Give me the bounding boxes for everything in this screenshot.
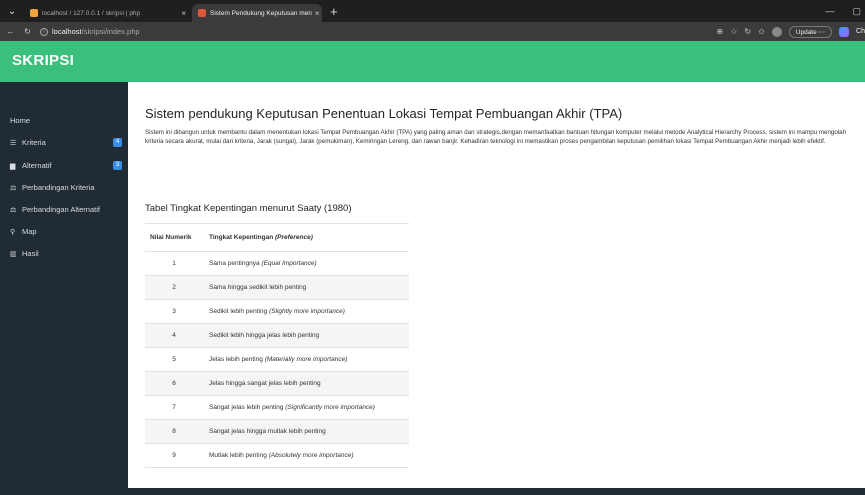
sidebar-item-perbandingan-alternatif[interactable]: ⚖ Perbandingan Alternatif: [10, 205, 122, 214]
balance-scale-icon: ⚖: [10, 184, 17, 192]
page-description: Sistem ini dibangun untuk membantu dalam…: [145, 129, 847, 145]
browser-tab-spk[interactable]: Sistem Pendukung Keputusan men ×: [192, 4, 322, 22]
nilai-cell: 8: [145, 419, 203, 444]
sidebar-item-hasil[interactable]: ▥ Hasil: [10, 249, 122, 258]
minimize-icon[interactable]: —: [825, 6, 834, 17]
map-marker-icon: ⚲: [10, 228, 16, 236]
phpmyadmin-favicon-icon: [30, 9, 38, 17]
browser-tab-bar: ⌄ localhost / 127.0.0.1 / skripsi | php …: [0, 0, 865, 22]
back-arrow-icon[interactable]: ←: [4, 27, 17, 36]
tingkat-cell: Jelas lebih penting (Materially more imp…: [203, 347, 409, 372]
page-title: Sistem pendukung Keputusan Penentuan Lok…: [145, 106, 623, 121]
favorite-star-icon[interactable]: ☆: [730, 27, 737, 36]
sidebar-item-kriteria[interactable]: ☰ Kriteria 4: [10, 138, 122, 147]
nilai-cell: 3: [145, 299, 203, 324]
table-header-row: Nilai Numerik Tingkat Kepentingan (Prefe…: [145, 223, 409, 252]
bar-chart-icon: ▥: [10, 250, 17, 258]
table-row: 2 Sama hingga sedikit lebih penting: [145, 275, 409, 300]
nilai-cell: 4: [145, 323, 203, 348]
tingkat-cell: Sama hingga sedikit lebih penting: [203, 275, 409, 300]
refresh-icon[interactable]: ↻: [744, 27, 751, 36]
saaty-scale-table: Nilai Numerik Tingkat Kepentingan (Prefe…: [145, 223, 409, 468]
window-controls: — ▢: [825, 6, 865, 17]
url-field[interactable]: i localhost/skripsi/index.php: [40, 27, 140, 36]
favorites-icon[interactable]: ✩: [758, 27, 765, 36]
translate-icon[interactable]: ⊕: [716, 27, 723, 36]
footer: [0, 488, 865, 495]
nilai-cell: 6: [145, 371, 203, 396]
book-icon: ▆: [10, 162, 16, 170]
tingkat-cell: Sangat jelas lebih penting (Significantl…: [203, 395, 409, 420]
nilai-cell: 9: [145, 443, 203, 468]
update-button[interactable]: Update ⋯: [788, 25, 833, 38]
copilot-label[interactable]: Ch: [856, 28, 865, 35]
nilai-cell: 1: [145, 251, 203, 276]
tingkat-cell: Sama pentingnya (Equal Importance): [203, 251, 409, 276]
reload-icon[interactable]: ↻: [21, 27, 34, 36]
kriteria-count-badge: 4: [113, 138, 122, 147]
page-favicon-icon: [198, 9, 206, 17]
maximize-icon[interactable]: ▢: [852, 6, 861, 17]
new-tab-button[interactable]: +: [330, 4, 338, 19]
sidebar-item-home[interactable]: Home: [10, 116, 122, 125]
column-header-nilai: Nilai Numerik: [145, 223, 203, 252]
nilai-cell: 7: [145, 395, 203, 420]
brand-title[interactable]: SKRIPSI: [12, 52, 74, 69]
profile-avatar[interactable]: [771, 26, 782, 37]
sidebar: Home ☰ Kriteria 4 ▆ Alternatif 3 ⚖ Perba…: [0, 82, 128, 495]
sidebar-item-map[interactable]: ⚲ Map: [10, 227, 122, 236]
table-row: 8 Sangat jelas hingga mutlak lebih pentin…: [145, 419, 409, 444]
table-row: 7 Sangat jelas lebih penting (Significant…: [145, 395, 409, 420]
table-row: 3 Sedikit lebih penting (Slightly more im…: [145, 299, 409, 324]
table-title: Tabel Tingkat Kepentingan menurut Saaty …: [145, 203, 352, 214]
column-header-tingkat: Tingkat Kepentingan (Preference): [203, 223, 409, 252]
tingkat-cell: Jelas hingga sangat jelas lebih penting: [203, 371, 409, 396]
balance-scale-icon: ⚖: [10, 206, 17, 214]
table-row: 6 Jelas hingga sangat jelas lebih penting: [145, 371, 409, 396]
table-row: 4 Sedikit lebih hingga jelas lebih pentin…: [145, 323, 409, 348]
sidebar-item-perbandingan-kriteria[interactable]: ⚖ Perbandingan Kriteria: [10, 183, 122, 192]
table-row: 9 Mutlak lebih penting (Absolutely more i…: [145, 443, 409, 468]
close-tab-icon[interactable]: ×: [178, 9, 186, 18]
app-header: SKRIPSI: [0, 41, 865, 82]
table-row: 1 Sama pentingnya (Equal Importance): [145, 251, 409, 276]
table-body: 1 Sama pentingnya (Equal Importance) 2 Sama…: [145, 251, 409, 468]
nilai-cell: 5: [145, 347, 203, 372]
close-tab-icon[interactable]: ×: [312, 9, 320, 18]
tingkat-cell: Sedikit lebih penting (Slightly more imp…: [203, 299, 409, 324]
table-row: 5 Jelas lebih penting (Materially more im…: [145, 347, 409, 372]
tingkat-cell: Mutlak lebih penting (Absolutely more im…: [203, 443, 409, 468]
alternatif-count-badge: 3: [113, 161, 122, 170]
tab-list-chevron-icon[interactable]: ⌄: [0, 6, 24, 17]
tingkat-cell: Sedikit lebih hingga jelas lebih penting: [203, 323, 409, 348]
browser-tab-phpmyadmin[interactable]: localhost / 127.0.0.1 / skripsi | php ×: [24, 4, 192, 22]
sidebar-item-alternatif[interactable]: ▆ Alternatif 3: [10, 161, 122, 170]
list-icon: ☰: [10, 139, 17, 147]
site-info-icon[interactable]: i: [40, 27, 48, 36]
tingkat-cell: Sangat jelas hingga mutlak lebih penting: [203, 419, 409, 444]
address-bar: ← ↻ i localhost/skripsi/index.php ⊕ ☆ ↻ …: [0, 22, 865, 41]
nilai-cell: 2: [145, 275, 203, 300]
toolbar-actions: ⊕ ☆ ↻ ✩ Update ⋯ Ch: [716, 25, 865, 38]
copilot-icon[interactable]: [839, 26, 850, 37]
